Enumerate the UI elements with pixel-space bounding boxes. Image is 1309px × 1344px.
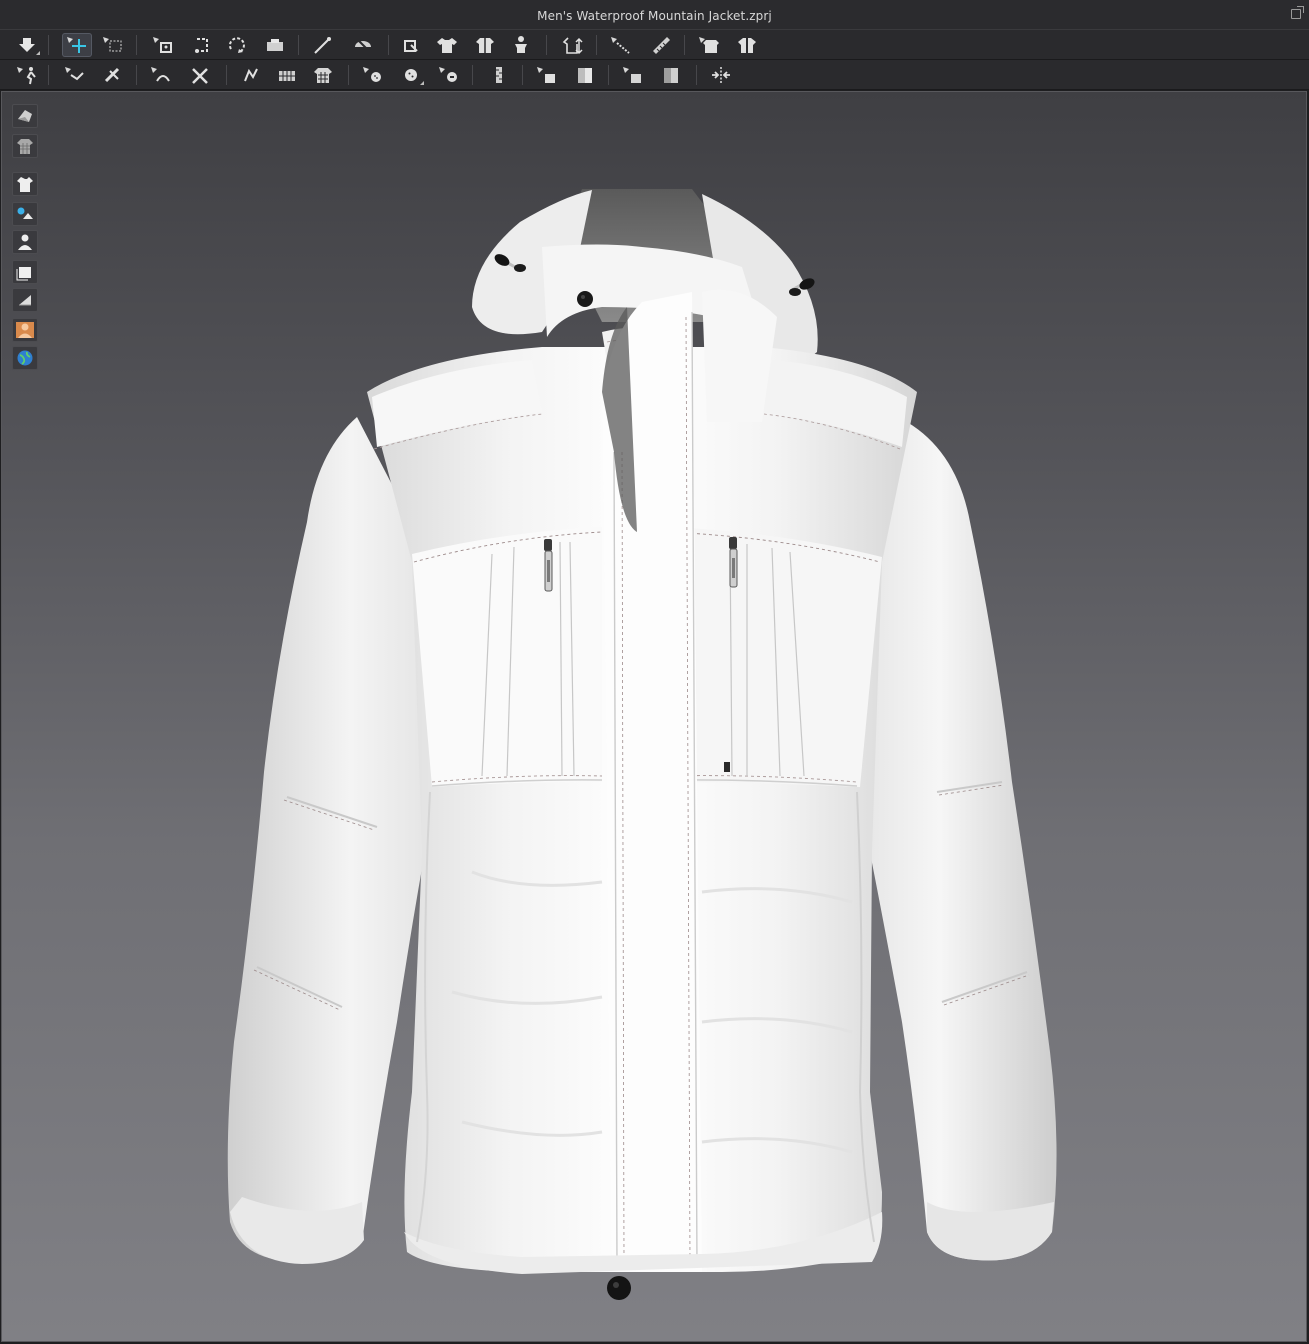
arrangement-icon[interactable] xyxy=(60,63,90,87)
shirt-symmetric-icon[interactable] xyxy=(432,33,462,57)
pin-icon[interactable] xyxy=(396,33,426,57)
import-arrow-icon[interactable] xyxy=(12,33,42,57)
avatar-pose-icon[interactable] xyxy=(12,63,42,87)
move-anchor-icon[interactable] xyxy=(706,63,736,87)
sew-line-icon[interactable] xyxy=(146,63,176,87)
fold-arrange-icon[interactable] xyxy=(236,63,266,87)
select-move-pin-icon[interactable] xyxy=(98,63,128,87)
measure-circumference-icon[interactable] xyxy=(558,33,588,57)
puckering-icon[interactable] xyxy=(532,63,562,87)
elastic-icon[interactable] xyxy=(618,63,648,87)
chest-zipper-pull-right xyxy=(729,537,738,588)
measure-length-icon[interactable] xyxy=(606,33,636,57)
tape-icon[interactable] xyxy=(570,63,600,87)
shirt-layer-icon[interactable] xyxy=(694,33,724,57)
arrange-point-icon[interactable] xyxy=(148,33,178,57)
shirt-fold-icon[interactable] xyxy=(470,33,500,57)
buttonhole-icon[interactable] xyxy=(434,63,464,87)
button-icon[interactable] xyxy=(396,63,426,87)
steam-icon[interactable] xyxy=(348,33,378,57)
avatar-fit-icon[interactable] xyxy=(506,33,536,57)
flatten-icon[interactable] xyxy=(260,33,290,57)
window-title: Men's Waterproof Mountain Jacket.zprj xyxy=(537,9,772,23)
fold-grid-icon[interactable] xyxy=(272,63,302,87)
tack-icon[interactable] xyxy=(308,33,338,57)
transform-select-icon[interactable] xyxy=(62,33,92,57)
toolbar-row-1 xyxy=(0,30,1309,60)
restore-window-icon[interactable] xyxy=(1291,6,1304,19)
jacket-3d-render[interactable] xyxy=(2,92,1307,1342)
arrange-point-2-icon[interactable] xyxy=(186,33,216,57)
tape-ruler-icon[interactable] xyxy=(646,33,676,57)
button-tool-icon[interactable] xyxy=(358,63,388,87)
shirt-unlayer-icon[interactable] xyxy=(732,33,762,57)
topstitch-icon[interactable] xyxy=(656,63,686,87)
3d-viewport[interactable] xyxy=(1,91,1307,1342)
texture-grid-icon[interactable] xyxy=(308,63,338,87)
sew-segment-icon[interactable] xyxy=(186,63,216,87)
chest-zipper-pull-left xyxy=(544,539,553,592)
title-bar: Men's Waterproof Mountain Jacket.zprj xyxy=(0,0,1309,30)
zipper-icon[interactable] xyxy=(484,63,514,87)
toolbar-row-2 xyxy=(0,60,1309,90)
rotate-pattern-icon[interactable] xyxy=(222,33,252,57)
marquee-select-icon[interactable] xyxy=(98,33,128,57)
